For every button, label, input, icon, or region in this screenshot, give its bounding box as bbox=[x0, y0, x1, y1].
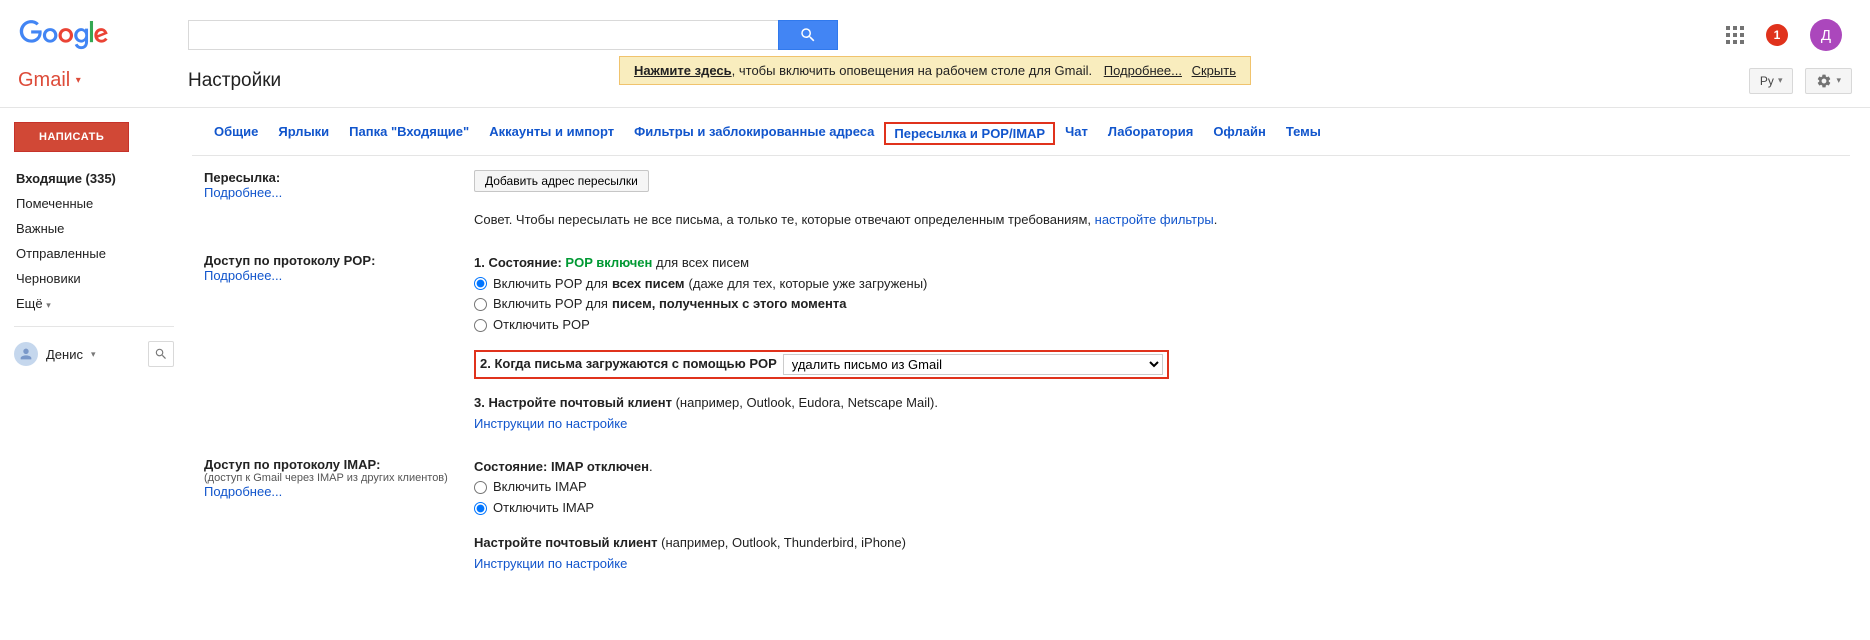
gmail-menu[interactable]: Gmail ▾ bbox=[18, 69, 188, 92]
imap-section: Доступ по протоколу IMAP: (доступ к Gmai… bbox=[204, 457, 1850, 575]
notifications-badge[interactable]: 1 bbox=[1766, 24, 1788, 46]
pop-config-instructions-link[interactable]: Инструкции по настройке bbox=[474, 416, 627, 431]
main: НАПИСАТЬ Входящие (335) Помеченные Важны… bbox=[0, 108, 1870, 617]
tab-labs[interactable]: Лаборатория bbox=[1098, 122, 1203, 145]
sidebar-item-sent[interactable]: Отправленные bbox=[14, 241, 188, 266]
add-forwarding-address-button[interactable]: Добавить адрес пересылки bbox=[474, 170, 649, 192]
pop-title: Доступ по протоколу POP: bbox=[204, 253, 454, 268]
forwarding-tip: Совет. Чтобы пересылать не все письма, а… bbox=[474, 210, 1850, 231]
search-button[interactable] bbox=[778, 20, 838, 50]
tab-forwarding-pop-imap[interactable]: Пересылка и POP/IMAP bbox=[884, 122, 1055, 145]
forwarding-title: Пересылка: bbox=[204, 170, 454, 185]
settings-tabs: Общие Ярлыки Папка "Входящие" Аккаунты и… bbox=[192, 118, 1850, 155]
imap-status-line: Состояние: IMAP отключен. bbox=[474, 457, 1850, 478]
caret-down-icon: ▾ bbox=[1778, 75, 1783, 86]
imap-title: Доступ по протоколу IMAP: bbox=[204, 457, 454, 472]
forwarding-learn-more[interactable]: Подробнее... bbox=[204, 185, 282, 200]
tab-filters[interactable]: Фильтры и заблокированные адреса bbox=[624, 122, 884, 145]
caret-down-icon: ▾ bbox=[1836, 75, 1841, 86]
banner-more-link[interactable]: Подробнее... bbox=[1104, 63, 1182, 78]
header: 1 Д bbox=[0, 0, 1870, 60]
sidebar-item-starred[interactable]: Помеченные bbox=[14, 191, 188, 216]
apps-icon[interactable] bbox=[1726, 26, 1744, 44]
compose-button[interactable]: НАПИСАТЬ bbox=[14, 122, 129, 152]
header-right: 1 Д bbox=[1726, 19, 1852, 51]
create-filter-link[interactable]: настройте фильтры bbox=[1095, 212, 1214, 227]
tab-offline[interactable]: Офлайн bbox=[1203, 122, 1276, 145]
tab-labels[interactable]: Ярлыки bbox=[268, 122, 339, 145]
gear-icon bbox=[1816, 73, 1832, 89]
imap-config-instructions-link[interactable]: Инструкции по настройке bbox=[474, 556, 627, 571]
hangouts-user-name: Денис bbox=[46, 347, 83, 362]
google-logo[interactable] bbox=[18, 19, 110, 52]
pop-step3: 3. Настройте почтовый клиент (например, … bbox=[474, 393, 1850, 414]
caret-down-icon: ▾ bbox=[76, 75, 81, 86]
pop-status-line: 1. Состояние: POP включен для всех писем bbox=[474, 253, 1850, 274]
caret-down-icon: ▾ bbox=[46, 300, 51, 310]
avatar[interactable]: Д bbox=[1810, 19, 1842, 51]
imap-subtitle: (доступ к Gmail через IMAP из других кли… bbox=[204, 472, 454, 484]
banner-hide-link[interactable]: Скрыть bbox=[1192, 63, 1236, 78]
imap-learn-more[interactable]: Подробнее... bbox=[204, 484, 282, 499]
language-button[interactable]: Ру▾ bbox=[1749, 68, 1794, 94]
hangouts-user-row[interactable]: Денис ▾ bbox=[14, 337, 188, 371]
banner-text: , чтобы включить оповещения на рабочем с… bbox=[732, 63, 1092, 78]
content: Общие Ярлыки Папка "Входящие" Аккаунты и… bbox=[188, 108, 1870, 617]
pop-disable-radio[interactable]: Отключить POP bbox=[474, 315, 1850, 336]
tab-themes[interactable]: Темы bbox=[1276, 122, 1331, 145]
pop-action-select[interactable]: удалить письмо из Gmail bbox=[783, 354, 1163, 375]
search-icon bbox=[154, 347, 168, 361]
pop-enable-now-radio[interactable]: Включить POP для писем, полученных с это… bbox=[474, 294, 1850, 315]
sidebar-item-important[interactable]: Важные bbox=[14, 216, 188, 241]
notification-banner: Нажмите здесь, чтобы включить оповещения… bbox=[619, 56, 1251, 85]
pop-section: Доступ по протоколу POP: Подробнее... 1.… bbox=[204, 253, 1850, 435]
pop-learn-more[interactable]: Подробнее... bbox=[204, 268, 282, 283]
pop-step2-label: 2. Когда письма загружаются с помощью PO… bbox=[480, 354, 777, 375]
user-avatar-icon bbox=[14, 342, 38, 366]
settings-gear-button[interactable]: ▾ bbox=[1805, 68, 1852, 94]
tab-chat[interactable]: Чат bbox=[1055, 122, 1098, 145]
sidebar-item-drafts[interactable]: Черновики bbox=[14, 266, 188, 291]
search-input[interactable] bbox=[188, 20, 778, 50]
imap-enable-radio[interactable]: Включить IMAP bbox=[474, 477, 1850, 498]
banner-enable-link[interactable]: Нажмите здесь bbox=[634, 63, 732, 78]
pop-enable-all-radio[interactable]: Включить POP для всех писем (даже для те… bbox=[474, 274, 1850, 295]
divider bbox=[14, 326, 174, 327]
search-form bbox=[188, 20, 838, 50]
imap-configure-line: Настройте почтовый клиент (например, Out… bbox=[474, 533, 1850, 554]
tab-general[interactable]: Общие bbox=[204, 122, 268, 145]
settings-body: Пересылка: Подробнее... Добавить адрес п… bbox=[192, 155, 1850, 575]
sidebar-item-inbox[interactable]: Входящие (335) bbox=[14, 166, 188, 191]
forwarding-section: Пересылка: Подробнее... Добавить адрес п… bbox=[204, 170, 1850, 231]
sidebar-more[interactable]: Ещё ▾ bbox=[14, 291, 188, 316]
tab-accounts[interactable]: Аккаунты и импорт bbox=[479, 122, 624, 145]
sidebar: НАПИСАТЬ Входящие (335) Помеченные Важны… bbox=[0, 108, 188, 617]
caret-down-icon: ▾ bbox=[91, 349, 96, 360]
tab-inbox[interactable]: Папка "Входящие" bbox=[339, 122, 479, 145]
imap-disable-radio[interactable]: Отключить IMAP bbox=[474, 498, 1850, 519]
search-icon bbox=[799, 26, 817, 44]
page-title: Настройки bbox=[188, 70, 281, 92]
pop-action-highlight: 2. Когда письма загружаются с помощью PO… bbox=[474, 350, 1169, 379]
hangouts-search-button[interactable] bbox=[148, 341, 174, 367]
